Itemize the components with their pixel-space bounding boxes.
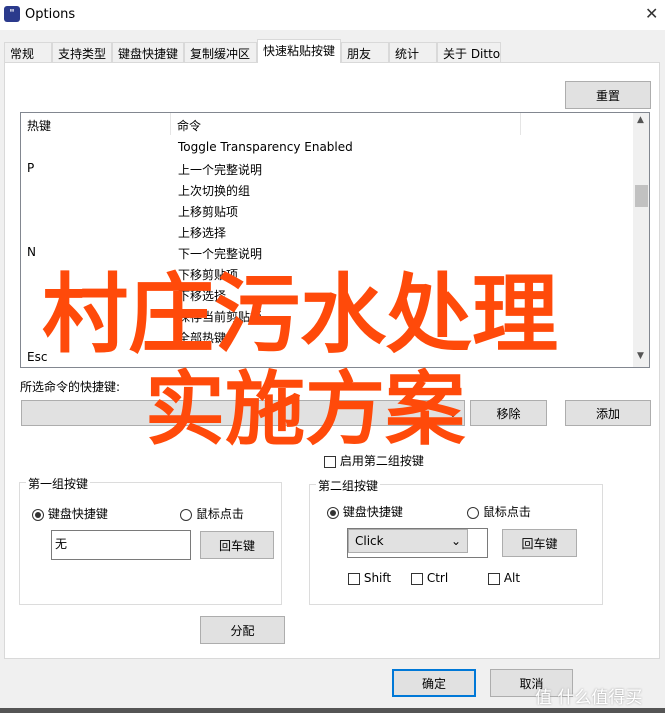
radio-label: 键盘快捷键: [342, 505, 403, 519]
group2-enter-button[interactable]: 回车键: [502, 529, 577, 557]
chevron-down-icon: ⌄: [450, 534, 461, 548]
group2-mouse-select[interactable]: Click ⌄: [348, 529, 468, 553]
checkbox-icon[interactable]: [348, 572, 360, 585]
tab-about[interactable]: 关于 Ditto: [437, 42, 501, 62]
enable-second-group-label: 启用第二组按键: [339, 454, 424, 468]
ctrl-checkbox[interactable]: Ctrl: [411, 571, 448, 585]
group1-enter-button[interactable]: 回车键: [200, 531, 274, 559]
selected-shortcut-label: 所选命令的快捷键:: [20, 380, 121, 394]
row-command: 上一个完整说明: [178, 163, 263, 177]
assign-button[interactable]: 分配: [200, 616, 285, 644]
row-command: 上次切换的组: [178, 184, 251, 198]
alt-label: Alt: [503, 571, 521, 585]
group1-hotkey-input[interactable]: 无: [51, 530, 191, 560]
scroll-up-icon[interactable]: ▲: [637, 115, 644, 125]
radio-icon[interactable]: [180, 508, 192, 521]
checkbox-icon[interactable]: [488, 572, 500, 585]
list-row[interactable]: P 上一个完整说明: [21, 158, 633, 179]
reset-button[interactable]: 重置: [565, 81, 651, 109]
list-row[interactable]: Toggle Transparency Enabled: [21, 137, 633, 158]
alt-checkbox[interactable]: Alt: [488, 571, 520, 585]
tab-quick-paste-keys[interactable]: 快速粘贴按键: [257, 39, 341, 63]
overlay-title-line1: 村庄污水处理: [42, 265, 558, 365]
tab-friends[interactable]: 朋友: [341, 42, 389, 62]
row-hotkey: N: [27, 245, 36, 259]
window-title: Options: [25, 7, 76, 22]
add-button[interactable]: 添加: [565, 400, 651, 426]
radio-label: 鼠标点击: [195, 507, 244, 521]
overlay-title-line2: 实施方案: [145, 363, 465, 456]
tab-copy-buffer[interactable]: 复制缓冲区: [184, 42, 257, 62]
tab-supported-types[interactable]: 支持类型: [52, 42, 112, 62]
row-command: 上移剪贴项: [178, 205, 239, 219]
shift-label: Shift: [363, 571, 392, 585]
radio-selected-icon[interactable]: [327, 506, 339, 519]
ok-button[interactable]: 确定: [392, 669, 476, 697]
ctrl-label: Ctrl: [426, 571, 449, 585]
scroll-down-icon[interactable]: ▼: [637, 351, 644, 361]
list-row[interactable]: 上移剪贴项: [21, 200, 633, 221]
group1-keyboard-radio[interactable]: 键盘快捷键: [32, 505, 108, 522]
row-command: 上移选择: [178, 226, 227, 240]
list-row[interactable]: 上移选择: [21, 221, 633, 242]
scrollbar-thumb[interactable]: [635, 185, 648, 207]
scrollbar[interactable]: ▲ ▼: [633, 113, 649, 367]
shift-checkbox[interactable]: Shift: [348, 571, 391, 585]
tab-keyboard-shortcuts[interactable]: 键盘快捷键: [112, 42, 184, 62]
ditto-app-icon: ": [4, 6, 20, 22]
checkbox-icon[interactable]: [324, 455, 336, 468]
radio-icon[interactable]: [467, 506, 479, 519]
row-hotkey: P: [27, 161, 35, 175]
tab-general[interactable]: 常规: [4, 42, 52, 62]
title-bar: [0, 0, 665, 30]
remove-button[interactable]: 移除: [470, 400, 547, 426]
watermark: 值 什么值得买: [535, 688, 643, 708]
row-command: 下一个完整说明: [178, 247, 263, 261]
group2-title: 第二组按键: [316, 477, 381, 494]
bottom-edge: [0, 708, 665, 713]
column-header-command[interactable]: 命令: [171, 113, 521, 135]
tab-stats[interactable]: 统计: [389, 42, 437, 62]
list-row[interactable]: N 下一个完整说明: [21, 242, 633, 263]
select-value: Click: [355, 534, 384, 548]
row-command: Toggle Transparency Enabled: [178, 140, 353, 154]
radio-label: 键盘快捷键: [47, 507, 108, 521]
group1-title: 第一组按键: [26, 475, 91, 492]
group2-mouse-radio[interactable]: 鼠标点击: [467, 503, 531, 520]
group2-keyboard-radio[interactable]: 键盘快捷键: [327, 503, 403, 520]
checkbox-icon[interactable]: [411, 572, 423, 585]
radio-label: 鼠标点击: [482, 505, 531, 519]
close-icon[interactable]: ✕: [645, 4, 658, 23]
column-header-hotkey[interactable]: 热键: [21, 113, 171, 135]
list-row[interactable]: 上次切换的组: [21, 179, 633, 200]
radio-selected-icon[interactable]: [32, 508, 44, 521]
group1-mouse-radio[interactable]: 鼠标点击: [180, 505, 244, 522]
